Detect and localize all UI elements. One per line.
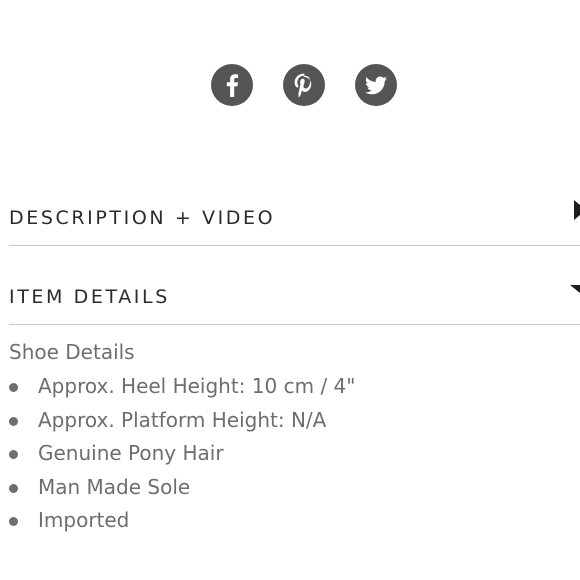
pinterest-share-button[interactable] bbox=[283, 64, 325, 106]
accordion-header-item-details[interactable]: ITEM DETAILS bbox=[9, 246, 580, 325]
accordion-description: DESCRIPTION + VIDEO bbox=[9, 167, 580, 246]
bullet-icon bbox=[9, 383, 18, 392]
list-item-text: Approx. Platform Height: N/A bbox=[38, 407, 327, 432]
caret-right-icon bbox=[574, 200, 580, 225]
accordion-title-description: DESCRIPTION + VIDEO bbox=[9, 207, 276, 229]
bullet-icon bbox=[9, 416, 18, 426]
list-item-text: Man Made Sole bbox=[38, 474, 191, 499]
facebook-icon bbox=[211, 64, 253, 106]
list-item: Genuine Pony Hair bbox=[9, 437, 569, 471]
facebook-share-button[interactable] bbox=[211, 64, 253, 106]
list-item: Man Made Sole bbox=[9, 471, 569, 505]
list-item-text: Approx. Heel Height: 10 cm / 4" bbox=[38, 374, 356, 398]
twitter-icon bbox=[355, 64, 397, 106]
bullet-icon bbox=[9, 450, 18, 459]
accordion-header-description[interactable]: DESCRIPTION + VIDEO bbox=[9, 167, 580, 246]
details-list: Approx. Heel Height: 10 cm / 4" Approx. … bbox=[9, 370, 569, 538]
bullet-icon bbox=[9, 483, 18, 493]
accordion-item-details: ITEM DETAILS bbox=[9, 246, 580, 325]
bullet-icon bbox=[9, 517, 18, 526]
list-item: Approx. Heel Height: 10 cm / 4" bbox=[9, 370, 569, 404]
list-item: Approx. Platform Height: N/A bbox=[9, 404, 569, 438]
caret-down-icon bbox=[570, 280, 580, 298]
accordion-title-item-details: ITEM DETAILS bbox=[9, 286, 170, 308]
social-share-row bbox=[211, 64, 397, 106]
details-heading: Shoe Details bbox=[9, 340, 135, 364]
list-item: Imported bbox=[9, 504, 569, 538]
list-item-text: Imported bbox=[38, 508, 130, 532]
list-item-text: Genuine Pony Hair bbox=[38, 441, 224, 465]
pinterest-icon bbox=[283, 64, 325, 106]
twitter-share-button[interactable] bbox=[355, 64, 397, 106]
item-details-panel: Shoe Details Approx. Heel Height: 10 cm … bbox=[9, 340, 569, 538]
